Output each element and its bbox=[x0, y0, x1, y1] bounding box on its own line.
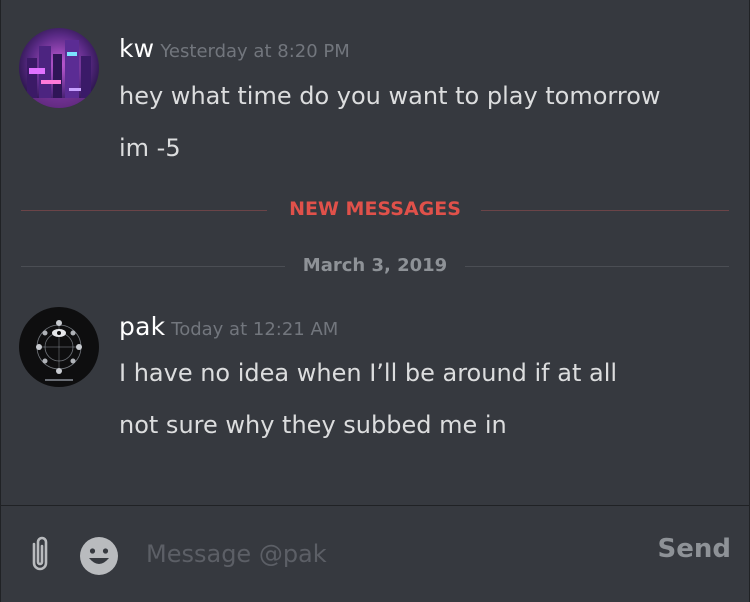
date-divider: March 3, 2019 bbox=[21, 255, 729, 276]
message-composer: Send bbox=[1, 506, 749, 602]
new-messages-label: NEW MESSAGES bbox=[289, 198, 461, 220]
avatar-kw[interactable] bbox=[19, 28, 99, 108]
username[interactable]: pak bbox=[119, 312, 165, 341]
emoji-icon[interactable] bbox=[79, 536, 119, 576]
message-text: not sure why they subbed me in bbox=[119, 411, 507, 439]
date-label: March 3, 2019 bbox=[302, 255, 448, 276]
username[interactable]: kw bbox=[119, 34, 154, 63]
send-button[interactable]: Send bbox=[658, 534, 731, 564]
message-text: I have no idea when I’ll be around if at… bbox=[119, 359, 618, 387]
message-text: im -5 bbox=[119, 134, 181, 162]
timestamp: Yesterday at 8:20 PM bbox=[160, 41, 350, 62]
avatar-pak[interactable] bbox=[19, 307, 99, 387]
message-text: hey what time do you want to play tomorr… bbox=[119, 82, 661, 110]
new-messages-divider: NEW MESSAGES bbox=[21, 198, 729, 220]
message-input[interactable] bbox=[146, 534, 626, 574]
timestamp: Today at 12:21 AM bbox=[171, 319, 339, 340]
paperclip-icon[interactable] bbox=[23, 534, 57, 574]
message-header: kw Yesterday at 8:20 PM bbox=[119, 34, 350, 63]
message-header: pak Today at 12:21 AM bbox=[119, 312, 338, 341]
dm-chat-window: kw Yesterday at 8:20 PM hey what time do … bbox=[0, 0, 750, 602]
